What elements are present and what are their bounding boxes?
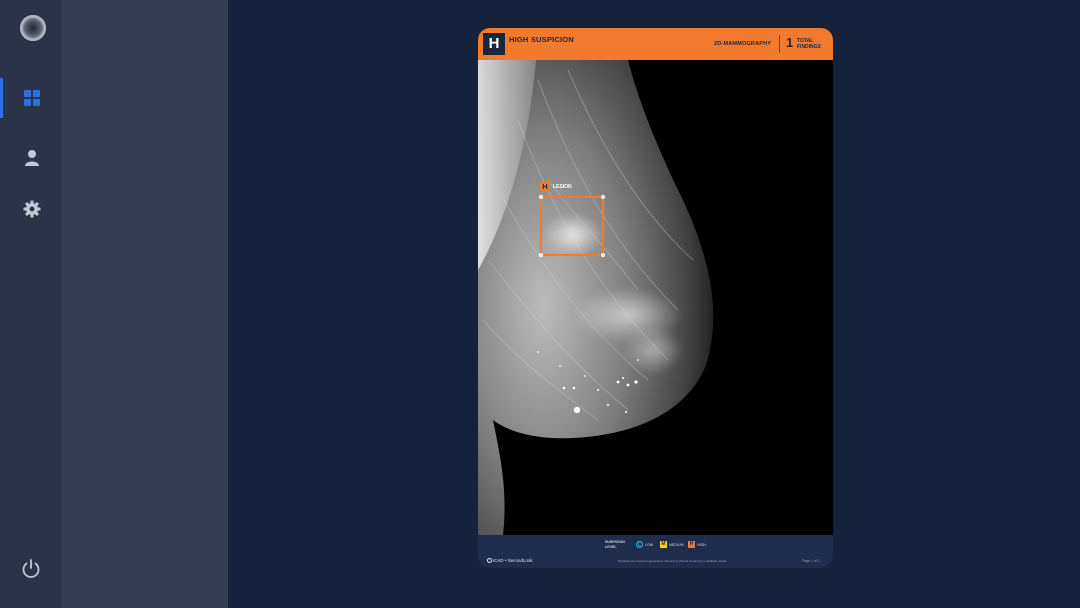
suspicion-label: HIGH SUSPICION	[509, 35, 574, 44]
mammogram-image	[478, 60, 833, 535]
legend-medium-badge: M	[660, 541, 667, 548]
nav-profile[interactable]	[0, 138, 62, 178]
box-handle	[601, 195, 605, 199]
legend-high-badge: H	[688, 541, 695, 548]
nav-settings[interactable]	[0, 189, 62, 229]
lesion-bounding-box[interactable]	[539, 195, 605, 257]
active-indicator	[0, 78, 3, 118]
box-handle	[539, 253, 543, 257]
box-handle	[601, 253, 605, 257]
report-card: H HIGH SUSPICION 2D-MAMMOGRAPHY 1 TOTAL …	[478, 28, 833, 568]
modality-label: 2D-MAMMOGRAPHY	[714, 41, 772, 47]
brand-text: iCAD • SecondLook	[493, 558, 533, 563]
legend-title: SUSPICION LEVEL	[605, 540, 625, 549]
report-header: H HIGH SUSPICION 2D-MAMMOGRAPHY 1 TOTAL …	[478, 28, 833, 60]
nav-dashboard[interactable]	[0, 78, 62, 118]
legend-low-label: LOW	[645, 543, 654, 547]
suspicion-badge: H	[483, 33, 505, 55]
power-icon[interactable]	[20, 558, 42, 580]
gear-icon	[23, 200, 41, 218]
grid-icon	[24, 90, 40, 106]
header-divider	[779, 35, 780, 53]
legend-medium-label: MEDIUM	[669, 543, 684, 547]
findings-label: TOTAL FINDINGS	[797, 38, 821, 50]
brand-logo: iCAD • SecondLook	[487, 558, 533, 563]
legend-high-label: HIGH	[697, 543, 706, 547]
report-footer: SUSPICION LEVEL L LOW M MEDIUM H HIGH iC…	[478, 535, 833, 568]
lesion-text: LESION	[553, 184, 572, 190]
nav-rail	[0, 0, 62, 608]
disclaimer-text: Findings are computer-generated; interpr…	[618, 559, 728, 563]
lesion-badge: H	[540, 182, 550, 192]
scan-logo-icon[interactable]	[20, 15, 46, 41]
box-handle	[539, 195, 543, 199]
legend-low-badge: L	[636, 541, 643, 548]
user-icon	[25, 150, 39, 166]
brand-mark-icon	[487, 558, 492, 563]
page-indicator: Page 1 of 1	[802, 559, 820, 563]
side-panel	[62, 0, 228, 608]
findings-count: 1	[786, 35, 794, 50]
